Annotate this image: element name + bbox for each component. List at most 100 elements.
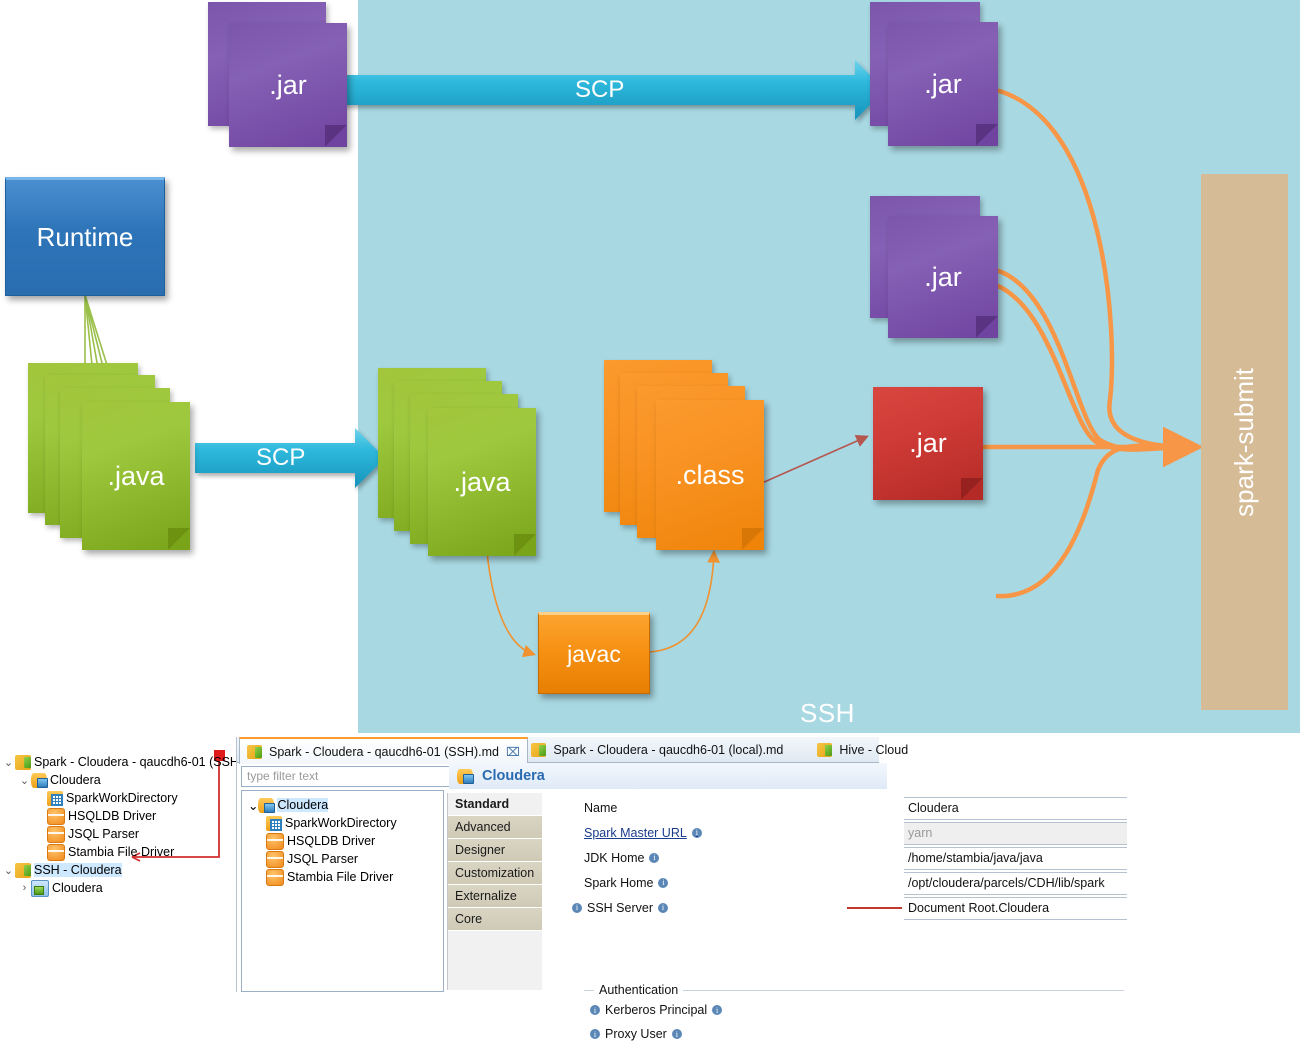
field-input[interactable]: /opt/cloudera/parcels/CDH/lib/spark xyxy=(904,872,1127,895)
tree-item[interactable]: ⌄Cloudera xyxy=(18,771,101,789)
form-side-tab[interactable]: Core xyxy=(448,908,542,931)
java-remote-label: .java xyxy=(453,467,510,498)
tree-item[interactable]: HSQLDB Driver xyxy=(266,832,375,850)
close-icon[interactable]: ⌧ xyxy=(506,745,520,759)
package-icon xyxy=(47,826,65,843)
form-row: Name xyxy=(542,795,617,820)
jar-built-label: .jar xyxy=(909,428,947,459)
module-icon xyxy=(31,880,49,897)
field-label[interactable]: Spark Master URL i xyxy=(584,826,702,840)
jar-remote-top-node: .jar xyxy=(888,22,998,146)
editor-tab[interactable]: Spark - Cloudera - qaucdh6-01 (local).md xyxy=(524,737,790,762)
tree-item[interactable]: SparkWorkDirectory xyxy=(266,814,397,832)
editor-tab-label: Spark - Cloudera - qaucdh6-01 (SSH).md xyxy=(269,745,499,759)
form-side-tab[interactable]: Customization xyxy=(448,862,542,885)
page-fold-icon xyxy=(976,124,998,146)
grid-icon xyxy=(47,791,63,806)
tree-item[interactable]: ⌄ Spark - Cloudera - qaucdh6-01 (SSH) xyxy=(2,753,243,771)
grid-icon xyxy=(266,816,282,831)
info-icon[interactable]: i xyxy=(590,1005,600,1015)
tree-item[interactable]: SparkWorkDirectory xyxy=(34,789,178,807)
tree-item-label: JSQL Parser xyxy=(68,827,139,841)
filter-input[interactable]: type filter text xyxy=(241,766,454,787)
editor-tab[interactable]: Spark - Cloudera - qaucdh6-01 (SSH).md ⌧ xyxy=(239,737,528,764)
tree-item-label: Stambia File Driver xyxy=(287,870,393,884)
project-icon xyxy=(247,745,262,759)
jar-local-node: .jar xyxy=(229,23,347,147)
field-label: Spark Home i xyxy=(584,876,668,890)
package-icon xyxy=(266,851,284,868)
field-label-text: Spark Master URL xyxy=(584,826,687,840)
page-fold-icon xyxy=(325,125,347,147)
tree-item-label: SSH - Cloudera xyxy=(34,863,122,877)
field-input[interactable]: yarn xyxy=(904,822,1127,845)
field-label: Name xyxy=(584,801,617,815)
tree-item[interactable]: JSQL Parser xyxy=(266,850,358,868)
chevron-down-icon[interactable]: ⌄ xyxy=(18,774,31,787)
info-icon[interactable]: i xyxy=(692,828,702,838)
field-input[interactable]: Cloudera xyxy=(904,797,1127,820)
field-label-text: SSH Server xyxy=(587,901,653,915)
javac-node: javac xyxy=(538,612,650,694)
chevron-down-icon[interactable]: ⌄ xyxy=(2,756,15,769)
spark-submit-node: spark-submit xyxy=(1201,174,1288,710)
scp-top-label: SCP xyxy=(575,76,624,104)
editor-tab-bar[interactable]: Spark - Cloudera - qaucdh6-01 (SSH).md⌧S… xyxy=(237,737,879,763)
form-side-tabs[interactable]: StandardAdvancedDesignerCustomizationExt… xyxy=(447,793,542,990)
info-icon[interactable]: i xyxy=(658,878,668,888)
form-side-tab[interactable]: Standard xyxy=(448,793,542,816)
java-local-node: .java xyxy=(82,402,190,550)
form-side-tab[interactable]: Advanced xyxy=(448,816,542,839)
field-label-text: Name xyxy=(584,801,617,815)
editor-tab[interactable]: Hive - Cloud xyxy=(810,737,915,762)
chevron-down-icon[interactable]: ⌄ xyxy=(2,864,15,877)
info-icon[interactable]: i xyxy=(658,903,668,913)
tree-item-label: Cloudera xyxy=(277,798,328,812)
tree-item[interactable]: › Cloudera xyxy=(18,879,103,897)
package-icon xyxy=(47,808,65,825)
tree-item[interactable]: ⌄ Cloudera xyxy=(248,796,328,814)
auth-field-label-text: Kerberos Principal xyxy=(605,1003,707,1017)
info-icon[interactable]: i xyxy=(672,1029,682,1039)
info-icon[interactable]: i xyxy=(590,1029,600,1039)
field-input[interactable]: Document Root.Cloudera xyxy=(904,897,1127,920)
project-icon xyxy=(15,863,31,878)
chevron-down-icon[interactable]: ⌄ xyxy=(248,798,258,813)
database-icon xyxy=(31,773,47,788)
form-side-tab[interactable]: Externalize xyxy=(448,885,542,908)
java-local-label: .java xyxy=(107,461,164,492)
database-icon xyxy=(258,798,274,813)
authentication-legend: Authentication xyxy=(594,983,683,997)
field-input[interactable]: /home/stambia/java/java xyxy=(904,847,1127,870)
form-title: Cloudera xyxy=(482,768,545,784)
form-row: Spark Home i xyxy=(542,870,668,895)
tree-item[interactable]: ⌄ SSH - Cloudera xyxy=(2,861,122,879)
architecture-diagram: SSH xyxy=(0,0,1300,737)
project-icon xyxy=(817,743,832,757)
project-icon xyxy=(531,743,546,757)
component-tree[interactable]: ⌄ Cloudera SparkWorkDirectory HSQLDB Driver… xyxy=(241,790,444,992)
ssh-server-link-line xyxy=(847,907,902,909)
tree-item-label: HSQLDB Driver xyxy=(287,834,375,848)
tree-item[interactable]: HSQLDB Driver xyxy=(34,807,156,825)
field-label-text: Spark Home xyxy=(584,876,653,890)
tree-item[interactable]: Stambia File Driver xyxy=(266,868,393,886)
javac-label: javac xyxy=(567,641,621,668)
form-side-tab[interactable]: Designer xyxy=(448,839,542,862)
jar-built-node: .jar xyxy=(873,387,983,500)
page-fold-icon xyxy=(514,534,536,556)
class-label: .class xyxy=(675,460,744,491)
outline-tree[interactable]: ⌄Spark - Cloudera - qaucdh6-01 (SSH)⌄Clo… xyxy=(0,737,236,992)
tree-item[interactable]: Stambia File Driver xyxy=(34,843,174,861)
jar-local-label: .jar xyxy=(269,70,307,101)
tree-item[interactable]: JSQL Parser xyxy=(34,825,139,843)
info-icon[interactable]: i xyxy=(712,1005,722,1015)
scp-bottom-label: SCP xyxy=(256,444,305,472)
tree-item-label: Cloudera xyxy=(52,881,103,895)
tree-item-label: Spark - Cloudera - qaucdh6-01 (SSH) xyxy=(34,755,243,769)
tree-item-label: JSQL Parser xyxy=(287,852,358,866)
info-icon[interactable]: i xyxy=(572,903,582,913)
jar-remote-mid-label: .jar xyxy=(924,262,962,293)
info-icon[interactable]: i xyxy=(649,853,659,863)
chevron-right-icon[interactable]: › xyxy=(18,882,31,894)
